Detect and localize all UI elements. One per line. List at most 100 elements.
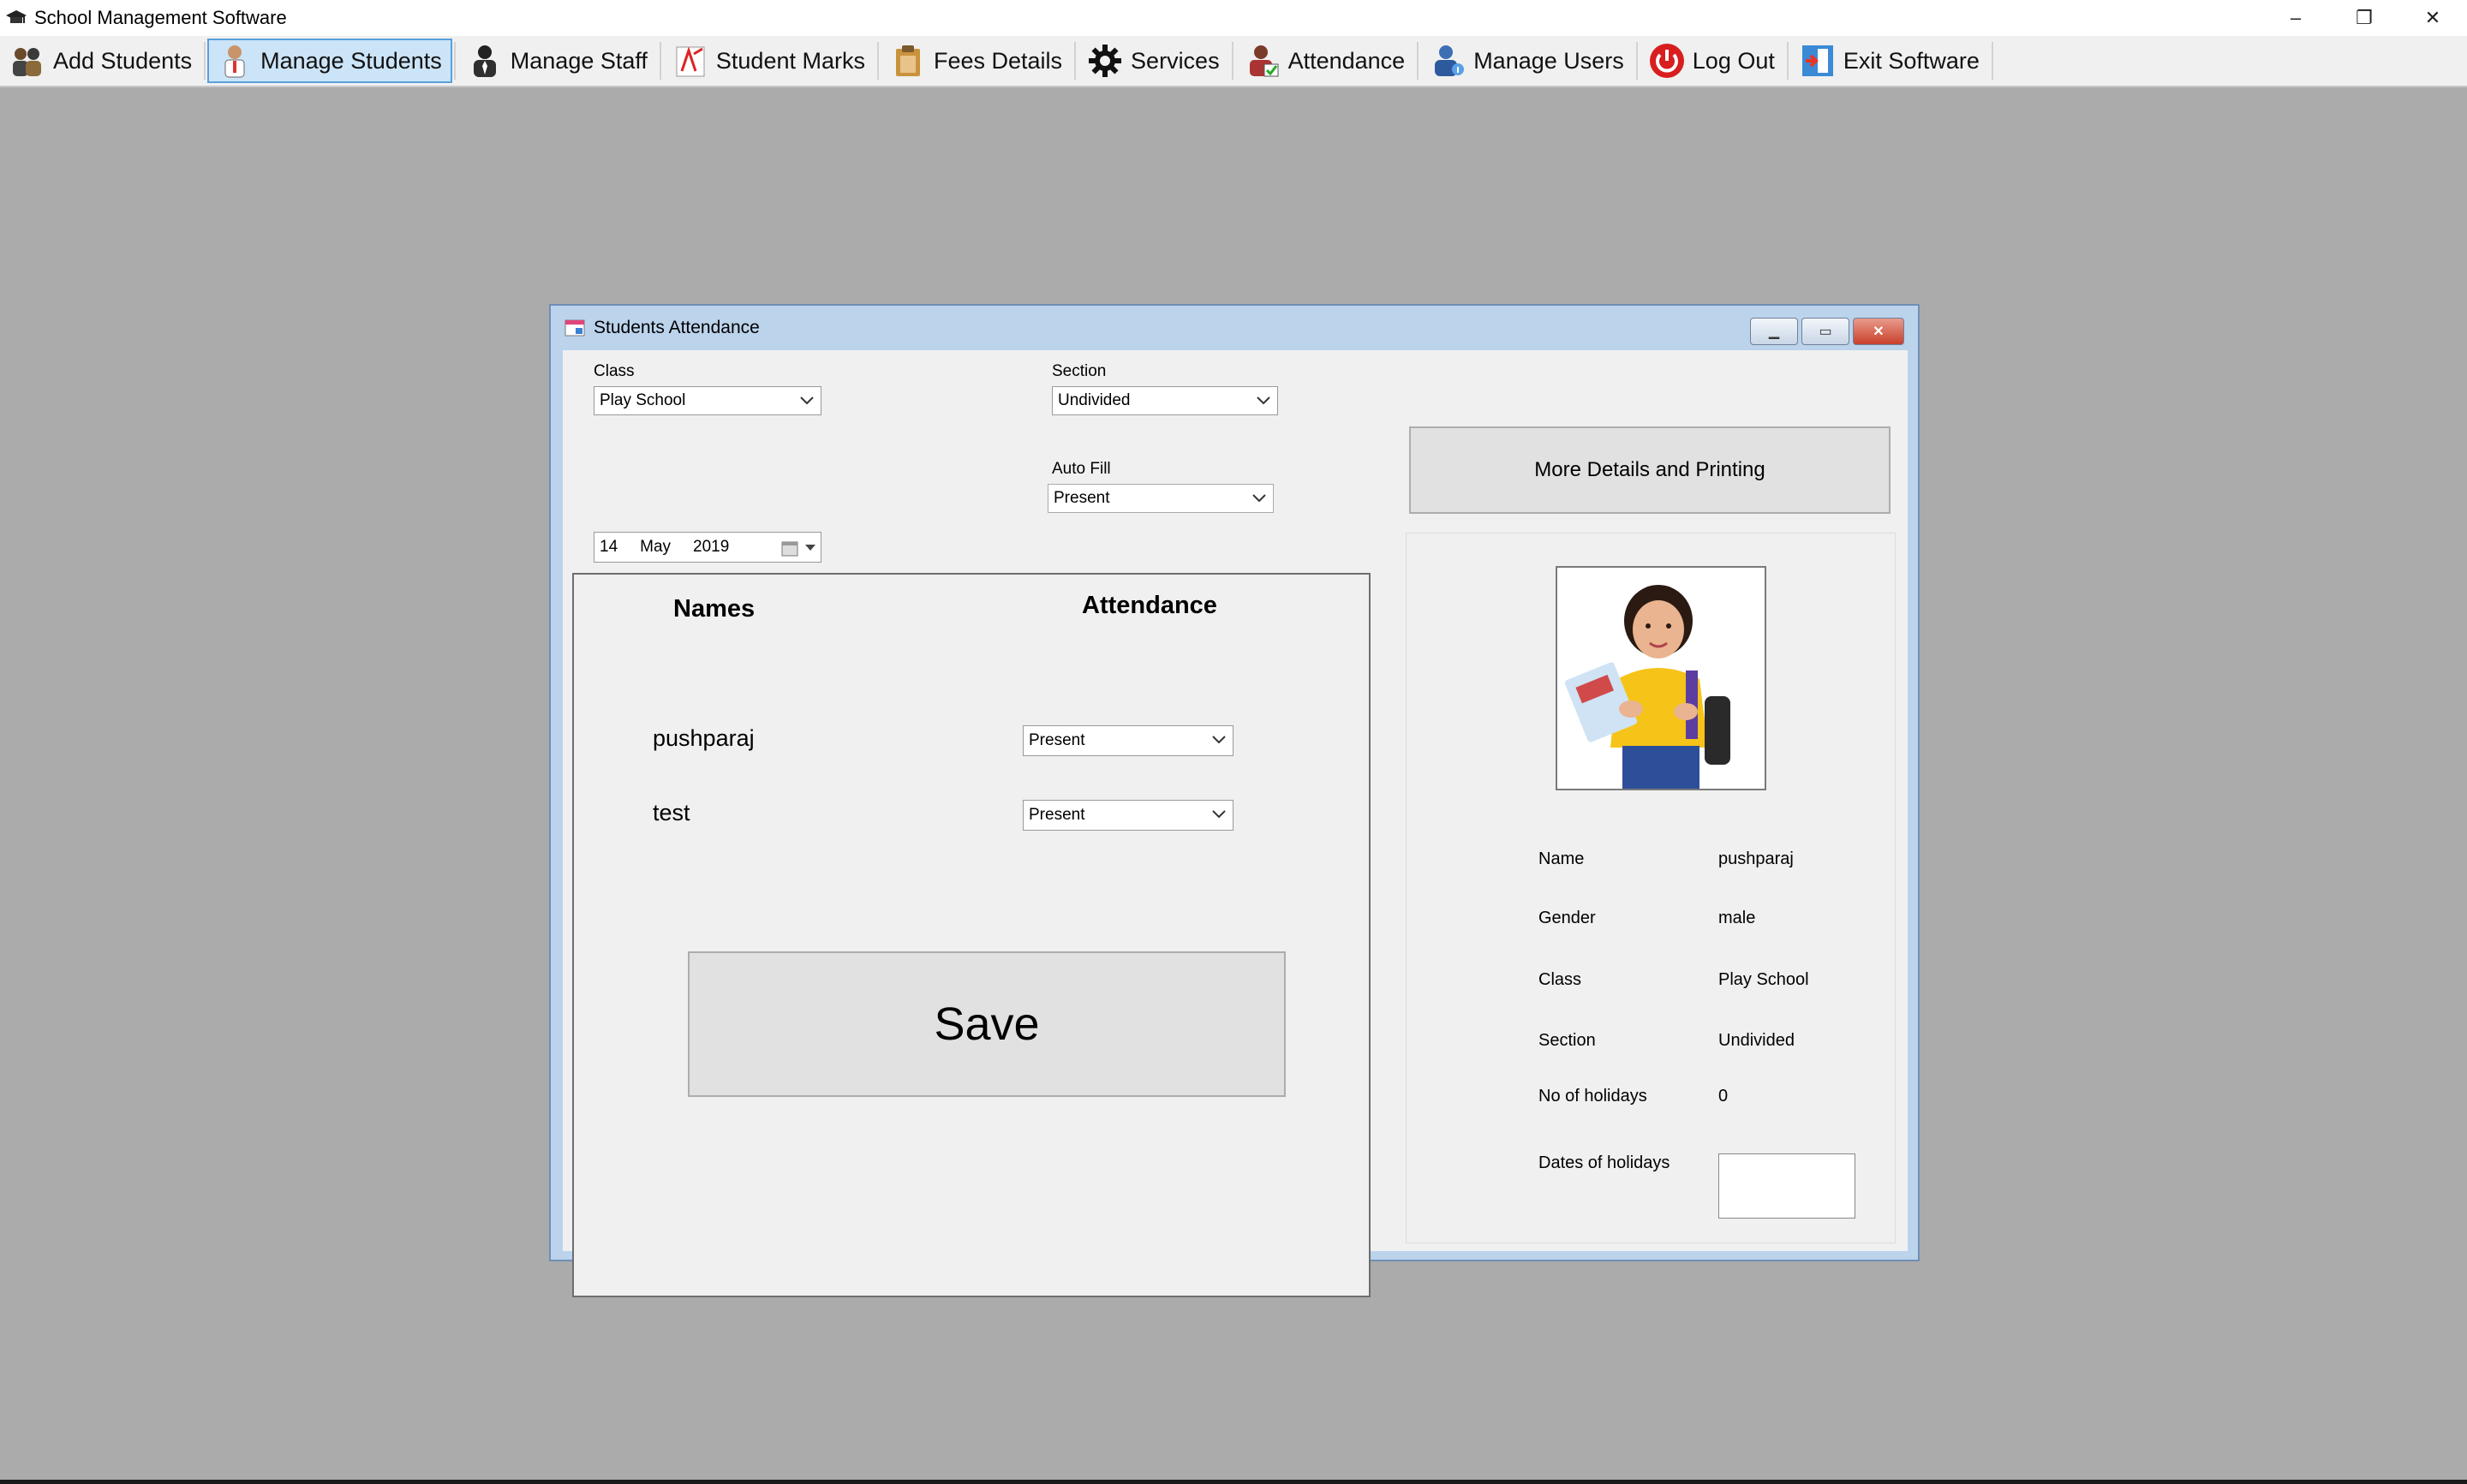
menu-separator — [453, 42, 456, 80]
staff-icon — [466, 42, 504, 80]
marks-icon — [672, 42, 709, 80]
detail-section-label: Section — [1538, 1031, 1596, 1050]
students-icon — [9, 42, 46, 80]
menu-manage-students[interactable]: Manage Students — [207, 39, 452, 83]
exit-icon — [1799, 42, 1837, 80]
detail-holiday-dates-label: Dates of holidays — [1538, 1153, 1670, 1172]
child-close-button[interactable]: ✕ — [1853, 318, 1904, 345]
autofill-select-value: Present — [1054, 489, 1110, 507]
menu-separator — [204, 42, 206, 80]
app-titlebar: School Management Software – ❐ ✕ — [0, 0, 2467, 36]
date-year[interactable]: 2019 — [693, 538, 729, 557]
class-select-value: Play School — [600, 391, 686, 409]
menu-separator — [1786, 42, 1789, 80]
menu-label: Add Students — [53, 47, 193, 74]
menu-label: Manage Students — [260, 47, 442, 74]
gear-icon — [1086, 42, 1124, 80]
menu-exit-software[interactable]: Exit Software — [1790, 39, 1990, 83]
attendance-select-value: Present — [1029, 731, 1085, 749]
graduation-cap-icon — [5, 7, 27, 29]
chevron-down-icon — [1210, 731, 1228, 748]
menu-separator — [1417, 42, 1419, 80]
menu-log-out[interactable]: Log Out — [1640, 39, 1785, 83]
menu-label: Fees Details — [933, 47, 1063, 74]
menu-fees-details[interactable]: Fees Details — [881, 39, 1072, 83]
chevron-down-icon — [1255, 392, 1272, 409]
menu-separator — [1074, 42, 1077, 80]
child-maximize-button[interactable]: ▭ — [1801, 318, 1849, 345]
student-photo — [1556, 566, 1766, 790]
detail-holidays-label: No of holidays — [1538, 1087, 1647, 1106]
restore-button[interactable]: ❐ — [2330, 0, 2398, 36]
section-select-value: Undivided — [1058, 391, 1131, 409]
more-details-button[interactable]: More Details and Printing — [1409, 426, 1891, 514]
detail-gender-label: Gender — [1538, 909, 1596, 927]
child-titlebar[interactable]: Students Attendance ▁ ▭ ✕ — [551, 306, 1918, 350]
student-name: pushparaj — [653, 725, 755, 751]
form-icon — [564, 319, 587, 337]
student-details-panel: Name pushparaj Gender male Class Play Sc… — [1406, 533, 1896, 1243]
date-day[interactable]: 14 — [600, 538, 618, 557]
class-select[interactable]: Play School — [594, 386, 821, 415]
menu-attendance[interactable]: Attendance — [1235, 39, 1416, 83]
attendance-select[interactable]: Present — [1023, 800, 1234, 831]
child-minimize-button[interactable]: ▁ — [1750, 318, 1798, 345]
detail-gender-value: male — [1718, 909, 1756, 927]
child-window-controls: ▁ ▭ ✕ — [1750, 318, 1904, 345]
class-label: Class — [594, 362, 635, 380]
autofill-select[interactable]: Present — [1048, 484, 1274, 513]
chevron-down-icon — [798, 392, 815, 409]
menu-separator — [876, 42, 879, 80]
child-window-body: Class Play School Section Undivided 14 M… — [563, 350, 1908, 1297]
detail-class-label: Class — [1538, 970, 1582, 989]
attendance-panel: Names Attendance pushparaj Present test … — [572, 573, 1371, 1297]
power-icon — [1648, 42, 1686, 80]
window-controls: – ❐ ✕ — [2261, 0, 2467, 36]
menu-manage-staff[interactable]: Manage Staff — [457, 39, 658, 83]
date-month[interactable]: May — [640, 538, 671, 557]
menu-label: Services — [1131, 47, 1220, 74]
menu-label: Attendance — [1287, 47, 1406, 74]
menu-add-students[interactable]: Add Students — [0, 39, 202, 83]
date-picker[interactable]: 14 May 2019 — [594, 532, 821, 563]
attendance-header: Attendance — [1082, 592, 1217, 619]
child-window-title: Students Attendance — [594, 318, 760, 337]
autofill-label: Auto Fill — [1052, 460, 1111, 478]
detail-name-label: Name — [1538, 849, 1585, 868]
detail-class-value: Play School — [1718, 970, 1809, 989]
calendar-icon[interactable] — [781, 538, 815, 558]
attendance-select[interactable]: Present — [1023, 725, 1234, 756]
close-button[interactable]: ✕ — [2398, 0, 2467, 36]
main-menubar: Add Students Manage Students Manage Staf… — [0, 36, 2467, 87]
students-attendance-window: Students Attendance ▁ ▭ ✕ Class Play Sch… — [549, 304, 1920, 1297]
clipboard-icon — [889, 42, 927, 80]
user-icon — [1429, 42, 1466, 80]
menu-separator — [659, 42, 661, 80]
save-button[interactable]: Save — [688, 951, 1286, 1097]
teacher-icon — [216, 42, 254, 80]
menu-manage-users[interactable]: Manage Users — [1420, 39, 1634, 83]
detail-name-value: pushparaj — [1718, 849, 1794, 868]
detail-holidays-value: 0 — [1718, 1087, 1729, 1106]
chevron-down-icon — [1251, 490, 1268, 507]
attendance-icon — [1244, 42, 1281, 80]
taskbar-edge — [0, 1480, 2467, 1484]
menu-separator — [1991, 42, 1993, 80]
menu-student-marks[interactable]: Student Marks — [663, 39, 875, 83]
section-select[interactable]: Undivided — [1052, 386, 1278, 415]
minimize-button[interactable]: – — [2261, 0, 2330, 36]
menu-label: Manage Staff — [510, 47, 648, 74]
menu-label: Exit Software — [1843, 47, 1980, 74]
menu-label: Student Marks — [715, 47, 865, 74]
menu-separator — [1231, 42, 1234, 80]
section-label: Section — [1052, 362, 1107, 380]
app-title: School Management Software — [34, 7, 287, 28]
detail-section-value: Undivided — [1718, 1031, 1795, 1050]
menu-services[interactable]: Services — [1078, 39, 1230, 83]
menu-label: Manage Users — [1473, 47, 1624, 74]
chevron-down-icon — [1210, 806, 1228, 823]
names-header: Names — [673, 595, 756, 623]
attendance-select-value: Present — [1029, 806, 1085, 824]
holiday-dates-box[interactable] — [1718, 1153, 1855, 1219]
menu-label: Log Out — [1692, 47, 1775, 74]
